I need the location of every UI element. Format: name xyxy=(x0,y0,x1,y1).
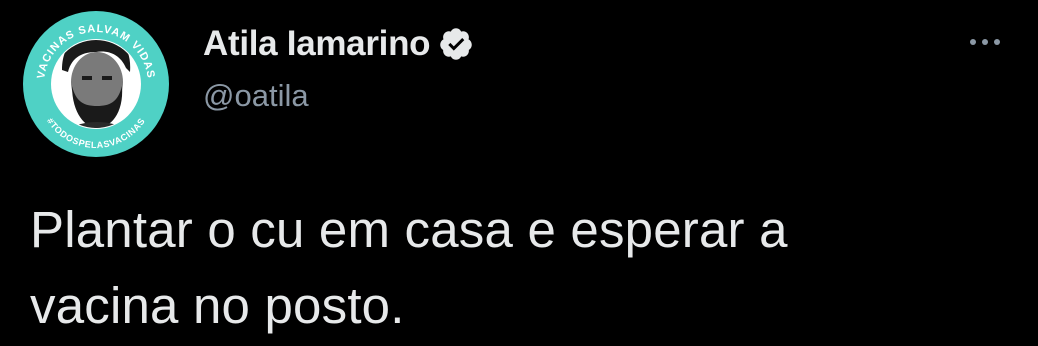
tweet-text-line: Plantar o cu em casa e esperar a xyxy=(30,201,788,258)
verified-badge-icon xyxy=(438,26,474,62)
more-dots-icon xyxy=(994,39,1000,45)
tweet: VACINAS SALVAM VIDAS #TODOSPELASVACINAS … xyxy=(0,0,1038,346)
more-dots-icon xyxy=(970,39,976,45)
display-name: Atila Iamarino xyxy=(203,24,431,63)
author-handle[interactable]: @oatila xyxy=(203,78,474,114)
more-dots-icon xyxy=(982,39,988,45)
tweet-text: Plantar o cu em casa e esperar a vacina … xyxy=(30,192,1020,344)
avatar-image: VACINAS SALVAM VIDAS #TODOSPELASVACINAS xyxy=(23,11,169,157)
author-info: Atila Iamarino @oatila xyxy=(203,22,474,114)
author-name-link[interactable]: Atila Iamarino xyxy=(203,22,474,66)
more-options-button[interactable] xyxy=(960,30,1010,54)
tweet-text-line: vacina no posto. xyxy=(30,277,405,334)
avatar[interactable]: VACINAS SALVAM VIDAS #TODOSPELASVACINAS xyxy=(22,10,170,158)
